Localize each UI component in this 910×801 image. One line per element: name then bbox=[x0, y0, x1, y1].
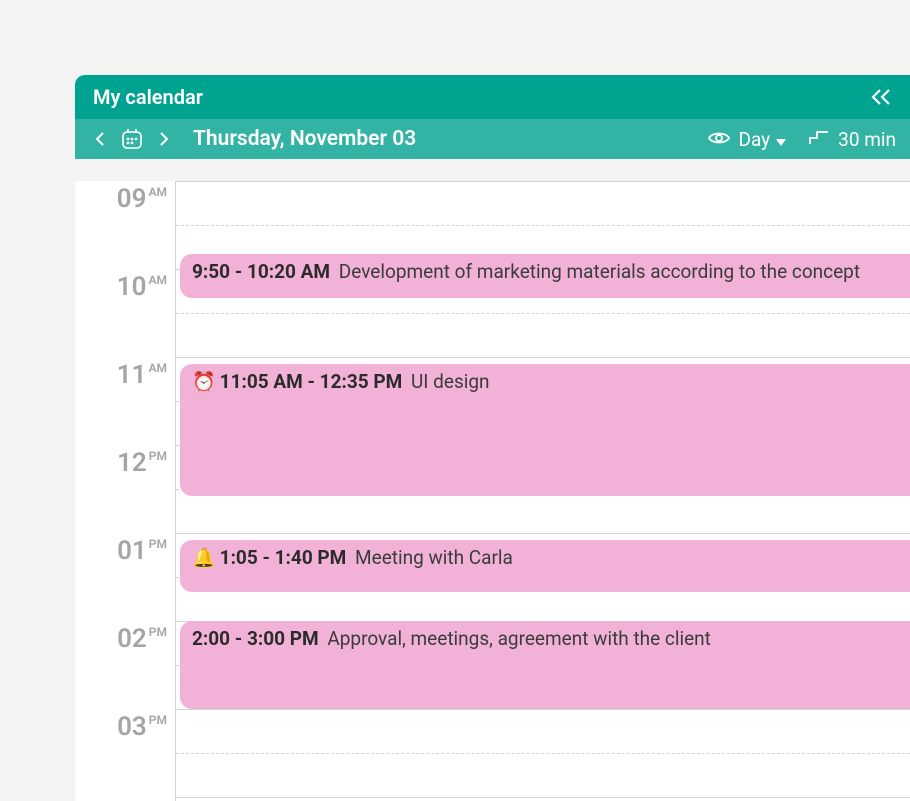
half-hour-line bbox=[176, 753, 910, 754]
hour-line bbox=[176, 533, 910, 534]
half-hour-line bbox=[176, 225, 910, 226]
hour-label: 02PM bbox=[117, 626, 167, 652]
hour-label: 12PM bbox=[117, 450, 167, 476]
panel-title: My calendar bbox=[93, 85, 203, 109]
hour-label: 09AM bbox=[117, 186, 167, 212]
date-nav: Thursday, November 03 bbox=[89, 127, 416, 151]
view-label: Day bbox=[738, 128, 770, 151]
calendar-event[interactable]: 9:50 - 10:20 AM Development of marketing… bbox=[180, 254, 910, 298]
eye-icon bbox=[708, 128, 730, 151]
hour-label: 10AM bbox=[117, 274, 167, 300]
hour-line bbox=[176, 357, 910, 358]
hour-line bbox=[176, 181, 910, 182]
events-area[interactable]: 9:50 - 10:20 AM Development of marketing… bbox=[175, 181, 910, 801]
event-title: Meeting with Carla bbox=[350, 546, 513, 569]
interval-label: 30 min bbox=[838, 128, 896, 151]
hour-label: 11AM bbox=[117, 362, 167, 388]
event-time: 1:05 - 1:40 PM bbox=[220, 546, 347, 569]
day-grid: 09AM 10AM 11AM 12PM 01PM 02PM 03PM 9:50 - 10:2… bbox=[75, 181, 910, 801]
collapse-icon[interactable] bbox=[870, 88, 892, 106]
current-date-label: Thursday, November 03 bbox=[193, 127, 416, 151]
event-time: 9:50 - 10:20 AM bbox=[192, 260, 330, 283]
calendar-picker-icon[interactable] bbox=[121, 128, 143, 150]
hour-line bbox=[176, 797, 910, 798]
hour-label: 03PM bbox=[117, 714, 167, 740]
view-selector[interactable]: Day bbox=[708, 128, 786, 151]
event-icon: 🔔 bbox=[192, 546, 216, 569]
chevron-down-icon bbox=[776, 128, 786, 151]
event-time: 11:05 AM - 12:35 PM bbox=[220, 370, 403, 393]
panel-header: My calendar bbox=[75, 75, 910, 119]
event-title: Development of marketing materials accor… bbox=[334, 260, 860, 283]
calendar-toolbar: Thursday, November 03 Day bbox=[75, 119, 910, 159]
event-time: 2:00 - 3:00 PM bbox=[192, 627, 319, 650]
event-title: UI design bbox=[406, 370, 489, 393]
prev-day-button[interactable] bbox=[89, 128, 111, 150]
half-hour-line bbox=[176, 313, 910, 314]
event-icon: ⏰ bbox=[192, 370, 216, 393]
time-gutter: 09AM 10AM 11AM 12PM 01PM 02PM 03PM bbox=[75, 181, 175, 801]
next-day-button[interactable] bbox=[153, 128, 175, 150]
hour-label: 01PM bbox=[117, 538, 167, 564]
hour-line bbox=[176, 709, 910, 710]
step-icon bbox=[808, 128, 830, 151]
interval-selector[interactable]: 30 min bbox=[808, 128, 896, 151]
event-title: Approval, meetings, agreement with the c… bbox=[323, 627, 711, 650]
calendar-event[interactable]: 🔔1:05 - 1:40 PM Meeting with Carla bbox=[180, 540, 910, 592]
calendar-panel: My calendar bbox=[75, 75, 910, 801]
calendar-event[interactable]: 2:00 - 3:00 PM Approval, meetings, agree… bbox=[180, 621, 910, 709]
calendar-event[interactable]: ⏰11:05 AM - 12:35 PM UI design bbox=[180, 364, 910, 496]
